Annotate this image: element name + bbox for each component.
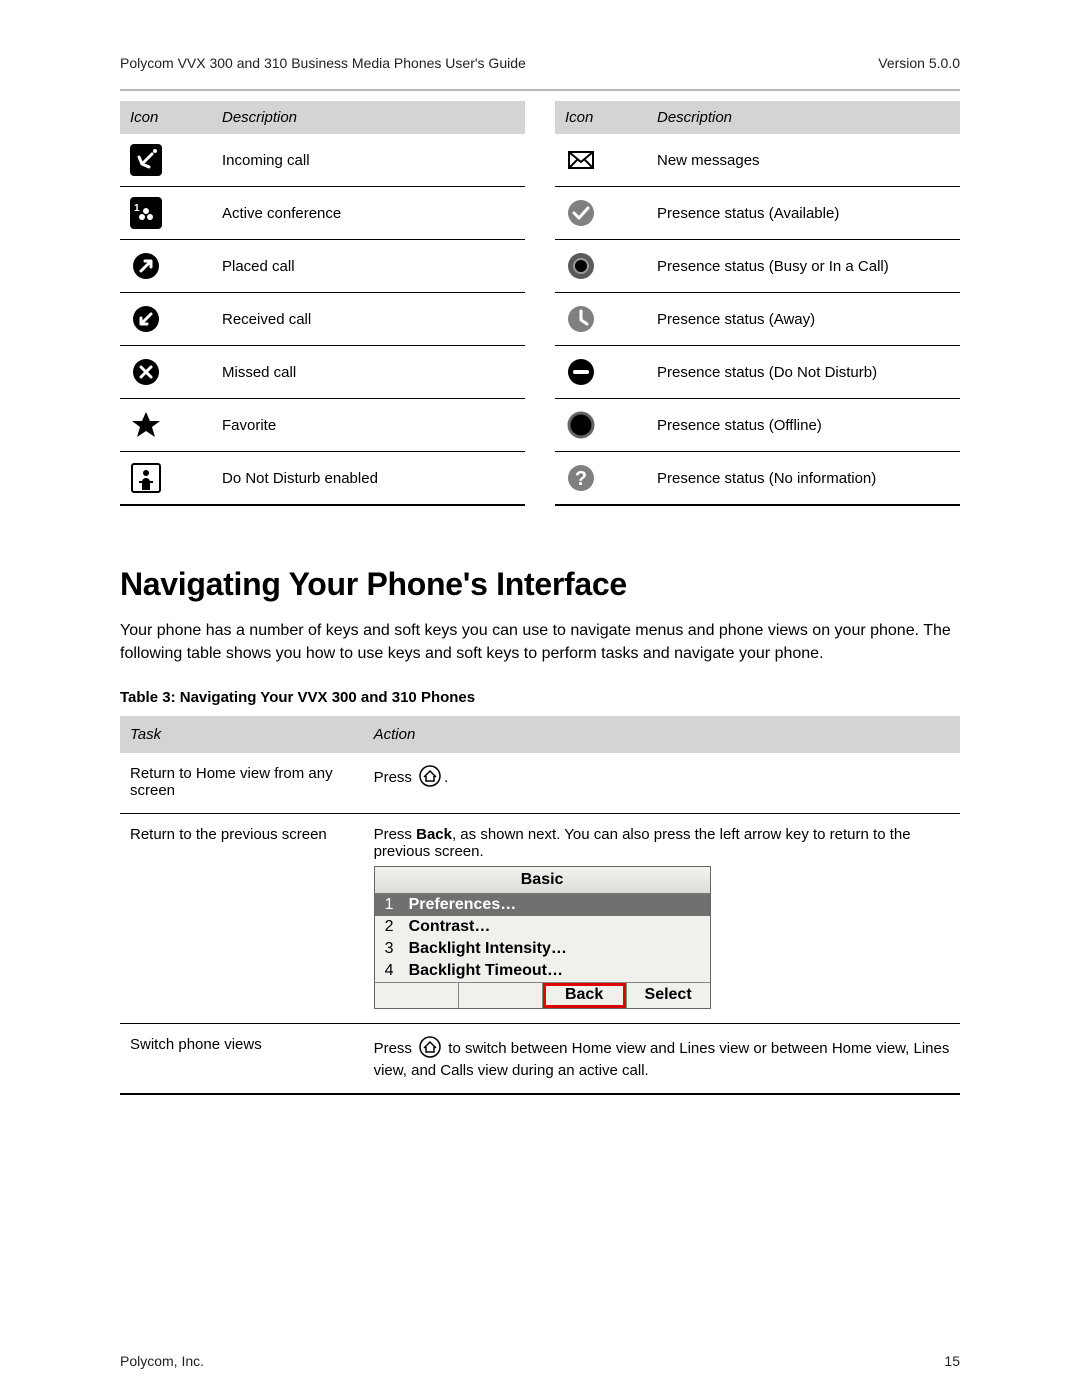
task-cell: Return to Home view from any screen (120, 753, 364, 814)
footer-right: 15 (944, 1353, 960, 1369)
presence-away-icon (555, 293, 647, 346)
menu-item-label: Contrast… (409, 918, 704, 936)
col-header-icon: Icon (555, 101, 647, 134)
icon-desc: Active conference (212, 187, 525, 240)
phone-menu-item: 4 Backlight Timeout… (375, 960, 710, 982)
table-row: Return to the previous screen Press Back… (120, 814, 960, 1024)
col-header-action: Action (364, 716, 960, 753)
phone-titlebar: Basic (375, 867, 710, 894)
icon-desc: Presence status (Available) (647, 187, 960, 240)
new-messages-icon (555, 134, 647, 187)
action-text-before: Press (374, 1040, 417, 1057)
svg-text:?: ? (575, 468, 587, 490)
header-right: Version 5.0.0 (878, 55, 960, 71)
icon-desc: Presence status (Away) (647, 293, 960, 346)
presence-available-icon (555, 187, 647, 240)
phone-softkey-bar: Back Select (375, 982, 710, 1008)
icon-table-right: Icon Description New messages Presence s… (555, 101, 960, 506)
menu-item-label: Backlight Intensity… (409, 940, 704, 958)
col-header-icon: Icon (120, 101, 212, 134)
intro-paragraph: Your phone has a number of keys and soft… (120, 619, 960, 665)
section-heading: Navigating Your Phone's Interface (120, 566, 960, 603)
action-cell: Press Back, as shown next. You can also … (364, 814, 960, 1024)
icon-table-left: Icon Description Incoming call 1 Active … (120, 101, 525, 506)
action-text-before: Press (374, 826, 417, 843)
phone-menu-item: 1 Preferences… (375, 894, 710, 916)
softkey-blank (458, 983, 542, 1008)
action-text-bold: Back (416, 826, 452, 843)
task-cell: Return to the previous screen (120, 814, 364, 1024)
icon-desc: Presence status (Do Not Disturb) (647, 346, 960, 399)
table-caption: Table 3: Navigating Your VVX 300 and 310… (120, 689, 960, 706)
icon-reference-tables: Icon Description Incoming call 1 Active … (120, 101, 960, 506)
home-key-icon (419, 1036, 441, 1062)
table-row: Return to Home view from any screen Pres… (120, 753, 960, 814)
action-text-after: , as shown next. You can also press the … (374, 826, 911, 860)
missed-call-icon (120, 346, 212, 399)
phone-menu-item: 3 Backlight Intensity… (375, 938, 710, 960)
task-table: Task Action Return to Home view from any… (120, 716, 960, 1095)
home-key-icon (419, 765, 441, 791)
icon-desc: Presence status (Offline) (647, 399, 960, 452)
menu-item-number: 2 (385, 918, 409, 936)
presence-dnd-icon (555, 346, 647, 399)
svg-text:1: 1 (134, 203, 140, 214)
menu-item-number: 1 (385, 896, 409, 914)
page-footer: Polycom, Inc. 15 (120, 1353, 960, 1369)
softkey-back: Back (542, 983, 626, 1008)
presence-offline-icon (555, 399, 647, 452)
page: Polycom VVX 300 and 310 Business Media P… (0, 0, 1080, 1397)
menu-item-number: 3 (385, 940, 409, 958)
icon-desc: Presence status (Busy or In a Call) (647, 240, 960, 293)
presence-busy-icon (555, 240, 647, 293)
page-header: Polycom VVX 300 and 310 Business Media P… (120, 55, 960, 91)
col-header-description: Description (647, 101, 960, 134)
col-header-description: Description (212, 101, 525, 134)
action-text-before: Press (374, 769, 417, 786)
icon-desc: Placed call (212, 240, 525, 293)
action-text-after: to switch between Home view and Lines vi… (374, 1040, 950, 1079)
action-cell: Press to switch between Home view and Li… (364, 1024, 960, 1095)
phone-screenshot: Basic 1 Preferences… 2 Contrast… 3 Backl (374, 866, 711, 1009)
active-conference-icon: 1 (120, 187, 212, 240)
footer-left: Polycom, Inc. (120, 1353, 204, 1369)
presence-noinfo-icon: ? (555, 452, 647, 506)
placed-call-icon (120, 240, 212, 293)
icon-desc: Favorite (212, 399, 525, 452)
incoming-call-icon (120, 134, 212, 187)
received-call-icon (120, 293, 212, 346)
table-row: Switch phone views Press to switch betwe… (120, 1024, 960, 1095)
phone-menu-list: 1 Preferences… 2 Contrast… 3 Backlight I… (375, 894, 710, 982)
favorite-icon (120, 399, 212, 452)
menu-item-number: 4 (385, 962, 409, 980)
softkey-blank (375, 983, 458, 1008)
action-cell: Press . (364, 753, 960, 814)
task-cell: Switch phone views (120, 1024, 364, 1095)
icon-desc: Presence status (No information) (647, 452, 960, 506)
softkey-select: Select (626, 983, 710, 1008)
col-header-task: Task (120, 716, 364, 753)
icon-desc: Received call (212, 293, 525, 346)
menu-item-label: Preferences… (409, 896, 704, 914)
menu-item-label: Backlight Timeout… (409, 962, 704, 980)
icon-desc: Missed call (212, 346, 525, 399)
icon-desc: Do Not Disturb enabled (212, 452, 525, 506)
header-left: Polycom VVX 300 and 310 Business Media P… (120, 55, 526, 71)
dnd-enabled-icon (120, 452, 212, 506)
icon-desc: New messages (647, 134, 960, 187)
phone-menu-item: 2 Contrast… (375, 916, 710, 938)
icon-desc: Incoming call (212, 134, 525, 187)
action-text-after: . (444, 769, 448, 786)
